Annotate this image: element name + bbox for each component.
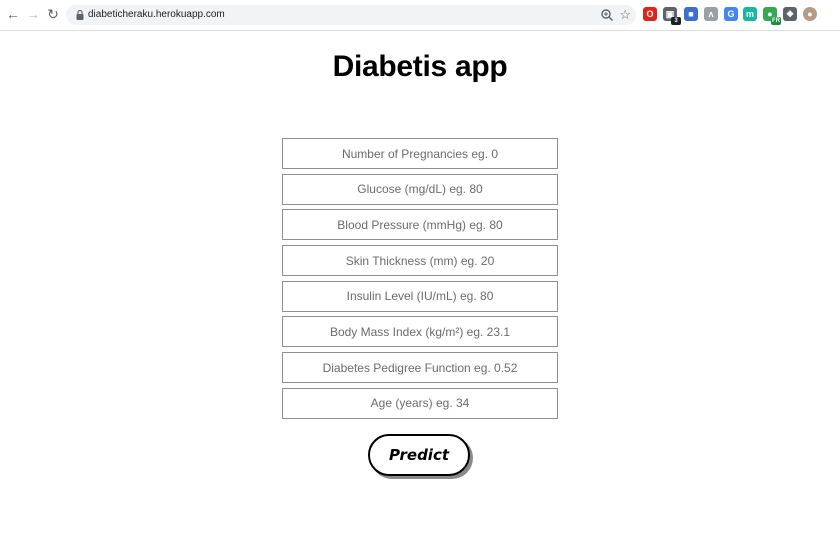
m-ext-icon[interactable]: m — [743, 7, 757, 21]
url-text[interactable]: diabeticheraku.herokuapp.com — [88, 8, 225, 22]
google-translate-icon[interactable]: G — [724, 7, 738, 21]
lock-icon — [76, 9, 84, 20]
reload-icon[interactable]: ↻ — [44, 5, 62, 23]
extension-badge: 3 — [671, 17, 681, 25]
blood-pressure-input[interactable] — [282, 209, 558, 241]
extension-badge-icon[interactable]: ▣ 3 — [663, 7, 681, 25]
browser-toolbar: ← → ↻ diabeticheraku.herokuapp.com ☆ O ▣ 3… — [0, 0, 840, 31]
zoom-icon[interactable] — [600, 8, 614, 22]
bookmark-star-icon[interactable]: ☆ — [619, 7, 631, 23]
pedigree-function-input[interactable] — [282, 352, 558, 384]
extension-badge: FR — [771, 17, 781, 25]
translate-ext-icon[interactable]: ■ — [684, 7, 698, 21]
age-input[interactable] — [282, 387, 558, 419]
puzzle-icon[interactable]: ❖ — [783, 7, 797, 21]
insulin-input[interactable] — [282, 280, 558, 312]
glucose-input[interactable] — [282, 173, 558, 205]
opera-icon[interactable]: O — [643, 7, 657, 21]
bmi-input[interactable] — [282, 316, 558, 348]
arrow-ext-icon[interactable]: ʌ — [704, 7, 718, 21]
pregnancies-input[interactable] — [282, 138, 558, 169]
address-bar[interactable]: diabeticheraku.herokuapp.com ☆ — [66, 5, 636, 25]
skin-thickness-input[interactable] — [282, 245, 558, 277]
prediction-form — [282, 138, 558, 424]
page-title: Diabetis app — [332, 50, 508, 83]
forward-arrow-icon[interactable]: → — [24, 5, 42, 23]
fr-ext-icon[interactable]: ● FR — [763, 7, 781, 25]
back-arrow-icon[interactable]: ← — [4, 5, 22, 23]
avatar[interactable]: ● — [803, 7, 817, 21]
predict-button[interactable]: Predict — [368, 434, 470, 476]
